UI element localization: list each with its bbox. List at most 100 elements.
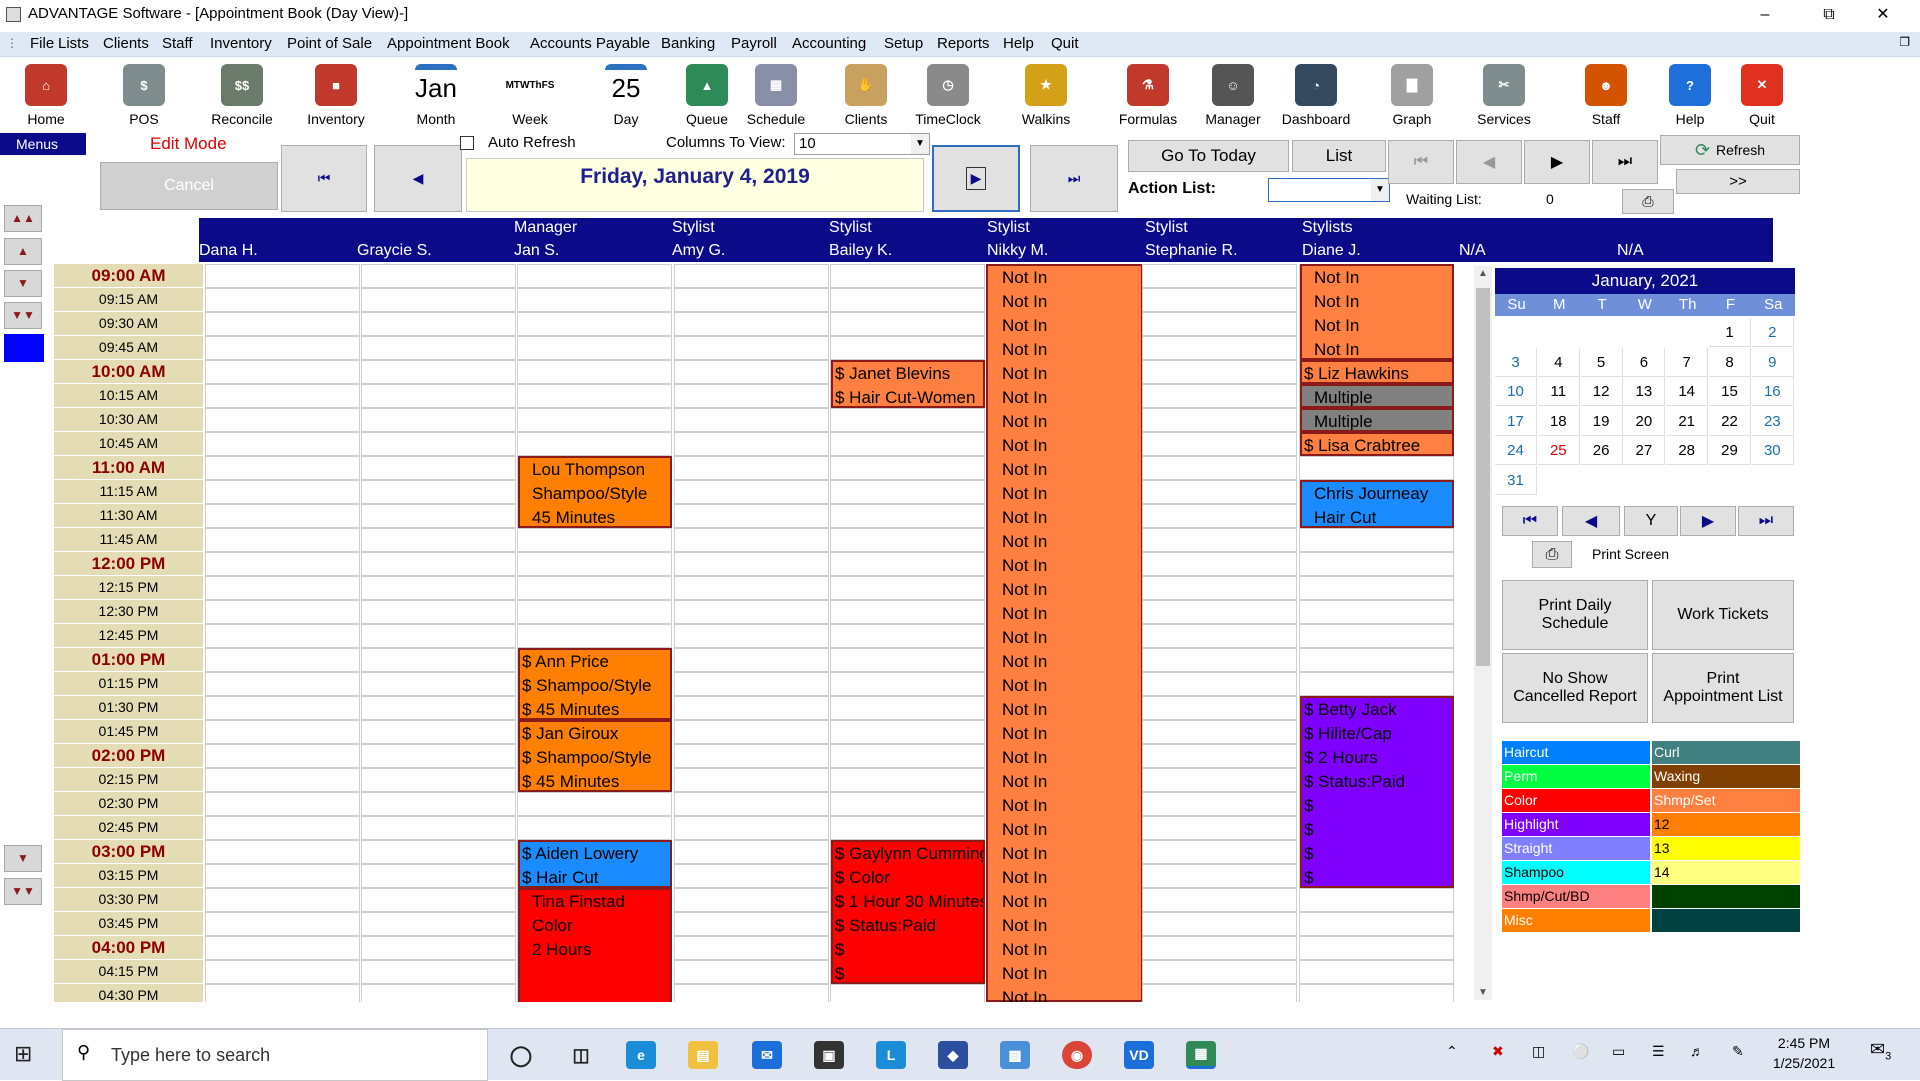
time-slot-cell[interactable] [830,768,985,792]
calendar-day[interactable]: 27 [1623,436,1666,465]
not-in-slot[interactable]: Not In [1002,290,1047,314]
list-prev-button[interactable]: ◀ [1456,140,1522,184]
calendar-day[interactable]: 30 [1751,436,1794,465]
time-slot-cell[interactable] [361,360,516,384]
time-slot-cell[interactable] [1142,864,1297,888]
time-slot-cell[interactable] [830,576,985,600]
toolbar-pos-button[interactable]: $ POS [104,60,184,132]
appointment-block[interactable]: $ Ann Price $ Shampoo/Style $ 45 Minutes [518,648,672,720]
vertical-scrollbar[interactable]: ▲ ▼ [1474,266,1492,1000]
time-slot-cell[interactable] [1142,600,1297,624]
not-in-slot[interactable]: Not In [1002,914,1047,938]
calendar-day[interactable]: 22 [1709,406,1751,436]
time-slot-cell[interactable] [674,888,829,912]
time-slot-cell[interactable] [205,936,360,960]
time-slot-cell[interactable] [1142,912,1297,936]
time-slot-cell[interactable] [674,504,829,528]
time-slot-cell[interactable] [361,624,516,648]
time-slot-cell[interactable] [674,456,829,480]
column-staff-name[interactable]: Amy G. [672,242,725,260]
time-slot-cell[interactable] [1142,432,1297,456]
time-slot-cell[interactable] [1142,552,1297,576]
not-in-slot[interactable]: Not In [1002,866,1047,890]
time-slot-cell[interactable] [1142,384,1297,408]
time-slot-cell[interactable] [1142,696,1297,720]
scroll-bottom-button[interactable]: ▼▼ [4,302,42,329]
time-slot-cell[interactable] [674,360,829,384]
list-last-button[interactable]: ⏭ [1592,140,1658,184]
time-slot-cell[interactable] [830,528,985,552]
time-slot-cell[interactable] [205,552,360,576]
time-slot-cell[interactable] [517,360,672,384]
time-slot-cell[interactable] [1299,912,1454,936]
time-slot-cell[interactable] [205,672,360,696]
toolbar-formulas-button[interactable]: ⚗ Formulas [1108,60,1188,132]
time-slot-cell[interactable] [517,528,672,552]
time-slot-cell[interactable] [674,600,829,624]
not-in-slot[interactable]: Not In [1002,938,1047,962]
appointment-block[interactable]: Chris Journeay Hair Cut [1300,480,1454,528]
time-slot-cell[interactable] [361,888,516,912]
not-in-slot[interactable]: Not In [1002,266,1047,290]
clock-date[interactable]: 1/25/2021 [1754,1055,1854,1071]
cancel-button[interactable]: Cancel [100,162,278,210]
chrome-icon[interactable]: ◉ [1062,1041,1092,1069]
time-slot-cell[interactable] [205,288,360,312]
toolbar-schedule-button[interactable]: ▦ Schedule [736,60,816,132]
app-l-icon[interactable]: L [876,1041,906,1069]
time-slot-cell[interactable] [361,384,516,408]
time-slot-cell[interactable] [674,432,829,456]
toolbar-staff-button[interactable]: ☻ Staff [1566,60,1646,132]
calendar-day[interactable]: 20 [1623,406,1666,436]
calendar-day[interactable]: 29 [1709,436,1751,465]
notifications-icon[interactable]: ✉3 [1870,1039,1891,1063]
time-slot-cell[interactable] [205,768,360,792]
not-in-slot[interactable]: Not In [1002,362,1047,386]
time-slot-cell[interactable] [830,984,985,1002]
calendar-day[interactable]: 21 [1666,406,1709,436]
time-slot-cell[interactable] [517,384,672,408]
not-in-slot[interactable]: Not In [1002,434,1047,458]
time-slot-cell[interactable] [1142,624,1297,648]
time-slot-cell[interactable] [1142,504,1297,528]
menu-accounting[interactable]: Accounting [792,35,866,52]
time-slot-cell[interactable] [1142,408,1297,432]
time-slot-cell[interactable] [361,720,516,744]
time-slot-cell[interactable] [361,792,516,816]
app-network-icon[interactable]: ◆ [938,1041,968,1069]
time-slot-cell[interactable] [1142,768,1297,792]
toolbar-graph-button[interactable]: ▇ Graph [1372,60,1452,132]
not-in-slot[interactable]: Not In [1002,578,1047,602]
calendar-day[interactable]: 17 [1495,406,1537,436]
time-slot-cell[interactable] [674,792,829,816]
not-in-slot[interactable]: Not In [1002,746,1047,770]
time-slot-cell[interactable] [1142,264,1297,288]
time-slot-cell[interactable] [361,768,516,792]
not-in-slot[interactable]: Not In [1002,530,1047,554]
calendar-day[interactable]: 16 [1751,377,1794,406]
time-slot-cell[interactable] [830,816,985,840]
calendar-day[interactable]: 9 [1751,347,1794,377]
time-slot-cell[interactable] [205,504,360,528]
time-slot-cell[interactable] [674,768,829,792]
not-in-slot[interactable]: Not In [1002,842,1047,866]
calendar-day[interactable]: 2 [1751,318,1794,347]
list-first-button[interactable]: ⏮ [1388,140,1454,184]
time-slot-cell[interactable] [1142,336,1297,360]
time-slot-cell[interactable] [1299,600,1454,624]
time-slot-cell[interactable] [674,840,829,864]
time-slot-cell[interactable] [205,840,360,864]
minimize-button[interactable]: – [1742,0,1788,30]
time-slot-cell[interactable] [1299,888,1454,912]
next-day-button[interactable]: ▶ [932,145,1020,212]
time-slot-cell[interactable] [1299,648,1454,672]
not-in-slot[interactable]: Not In [1002,602,1047,626]
toolbar-reconcile-button[interactable]: $$ Reconcile [202,60,282,132]
time-slot-cell[interactable] [517,264,672,288]
toolbar-clients-button[interactable]: ✋ Clients [826,60,906,132]
time-slot-cell[interactable] [361,912,516,936]
time-slot-cell[interactable] [1299,936,1454,960]
calendar-day[interactable]: 3 [1495,347,1537,377]
time-slot-cell[interactable] [830,648,985,672]
menu-point-of-sale[interactable]: Point of Sale [287,35,372,52]
